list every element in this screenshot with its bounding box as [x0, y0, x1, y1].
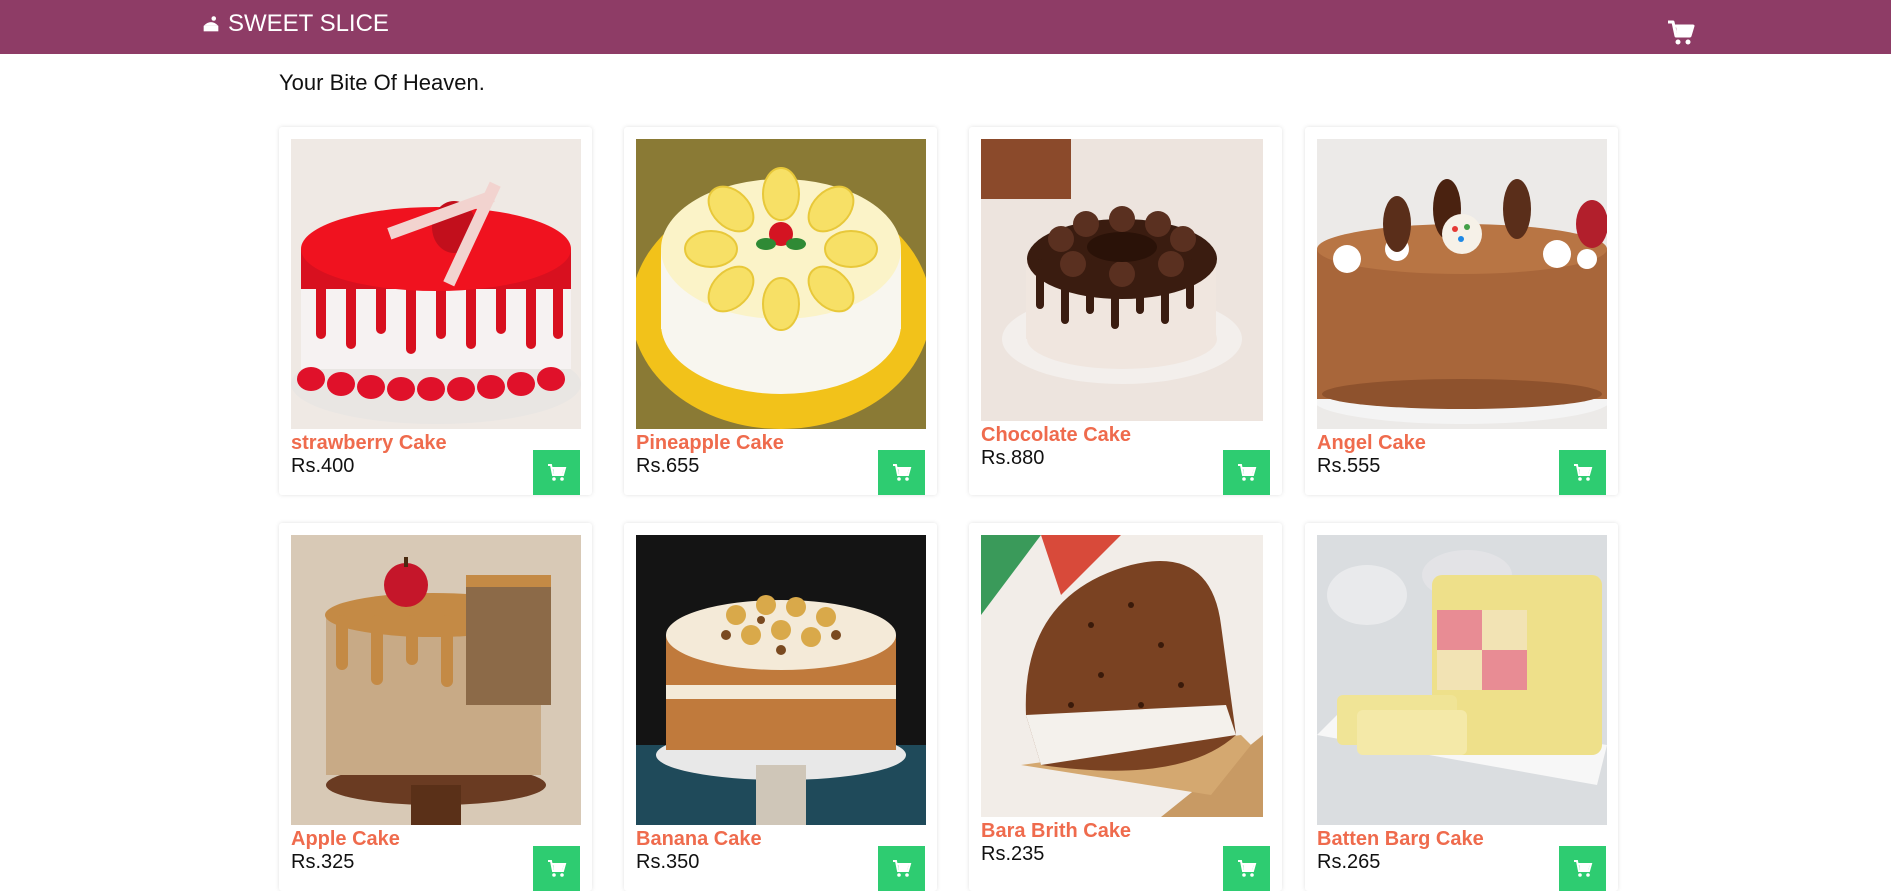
cart-icon — [547, 859, 566, 877]
product-card: Pineapple Cake Rs.655 — [624, 127, 937, 495]
product-image-apple-cake[interactable] — [291, 535, 581, 825]
product-card: Bara Brith Cake Rs.235 — [969, 523, 1282, 891]
product-card: Batten Barg Cake Rs.265 — [1305, 523, 1618, 891]
add-to-cart-button[interactable] — [878, 450, 925, 495]
cart-icon — [547, 463, 566, 481]
product-price: Rs.555 — [1317, 455, 1381, 477]
cart-icon — [892, 463, 911, 481]
add-to-cart-button[interactable] — [878, 846, 925, 891]
cart-icon — [1237, 463, 1256, 481]
product-price: Rs.655 — [636, 455, 700, 477]
product-price: Rs.325 — [291, 851, 355, 873]
cart-icon[interactable] — [1667, 20, 1695, 46]
add-to-cart-button[interactable] — [533, 846, 580, 891]
product-price: Rs.265 — [1317, 851, 1381, 873]
product-name[interactable]: Bara Brith Cake — [981, 820, 1131, 843]
product-name[interactable]: strawberry Cake — [291, 432, 447, 455]
product-image-banana-cake[interactable] — [636, 535, 926, 825]
product-image-angel-cake[interactable] — [1317, 139, 1607, 429]
product-card: Banana Cake Rs.350 — [624, 523, 937, 891]
add-to-cart-button[interactable] — [1559, 450, 1606, 495]
add-to-cart-button[interactable] — [533, 450, 580, 495]
product-price: Rs.350 — [636, 851, 700, 873]
page-tagline: Your Bite Of Heaven. — [279, 70, 485, 95]
brand-name: SWEET SLICE — [228, 10, 389, 37]
product-name[interactable]: Pineapple Cake — [636, 432, 784, 455]
add-to-cart-button[interactable] — [1223, 846, 1270, 891]
top-navbar: SWEET SLICE — [0, 0, 1891, 54]
product-card: strawberry Cake Rs.400 — [279, 127, 592, 495]
product-card: Chocolate Cake Rs.880 — [969, 127, 1282, 495]
product-card: Angel Cake Rs.555 — [1305, 127, 1618, 495]
product-price: Rs.400 — [291, 455, 355, 477]
product-image-strawberry-cake[interactable] — [291, 139, 581, 429]
cake-icon — [203, 16, 219, 32]
product-price: Rs.235 — [981, 843, 1045, 865]
product-name[interactable]: Angel Cake — [1317, 432, 1426, 455]
product-price: Rs.880 — [981, 447, 1045, 469]
product-name[interactable]: Chocolate Cake — [981, 424, 1131, 447]
product-image-batten-barg-cake[interactable] — [1317, 535, 1607, 825]
product-image-chocolate-cake[interactable] — [981, 139, 1263, 421]
brand-logo[interactable]: SWEET SLICE — [200, 10, 389, 38]
cart-icon — [1573, 859, 1592, 877]
product-image-bara-brith-cake[interactable] — [981, 535, 1263, 817]
cart-icon — [1573, 463, 1592, 481]
product-image-pineapple-cake[interactable] — [636, 139, 926, 429]
product-name[interactable]: Batten Barg Cake — [1317, 828, 1484, 851]
cart-icon — [892, 859, 911, 877]
add-to-cart-button[interactable] — [1559, 846, 1606, 891]
product-card: Apple Cake Rs.325 — [279, 523, 592, 891]
add-to-cart-button[interactable] — [1223, 450, 1270, 495]
product-name[interactable]: Banana Cake — [636, 828, 762, 851]
product-name[interactable]: Apple Cake — [291, 828, 400, 851]
cart-icon — [1237, 859, 1256, 877]
